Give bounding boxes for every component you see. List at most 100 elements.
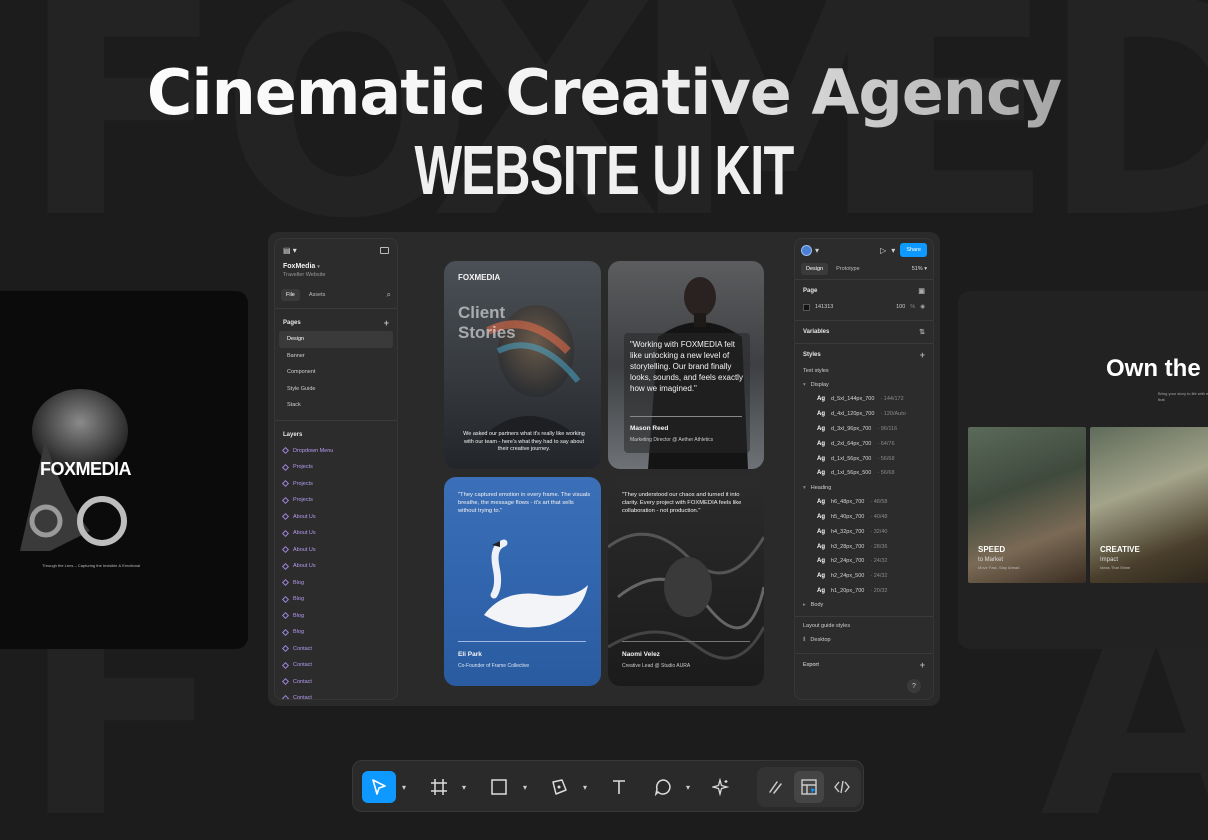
layer-item[interactable]: About Us <box>275 525 397 542</box>
help-button[interactable]: ? <box>907 679 921 693</box>
testimonial-card-naomi[interactable]: "They understood our chaos and turned it… <box>608 477 764 686</box>
project-name[interactable]: FoxMedia ▾ <box>283 263 389 270</box>
chevron-down-icon[interactable]: ▾ <box>683 771 693 803</box>
text-style-item[interactable]: Ag h5_40px_700 · 40/48 <box>795 510 933 525</box>
layer-item[interactable]: About Us <box>275 509 397 526</box>
layer-item[interactable]: Blog <box>275 608 397 625</box>
display-group[interactable]: ▾ Display <box>795 378 933 392</box>
chevron-down-icon[interactable]: ▾ <box>891 246 895 255</box>
add-style-icon[interactable]: + <box>920 350 925 360</box>
eye-icon[interactable]: ◉ <box>920 304 925 310</box>
zoom-level[interactable]: 51% ▾ <box>912 266 927 272</box>
text-style-item[interactable]: Ag h6_48px_700 · 48/58 <box>795 495 933 510</box>
photo-sublabel: to Market <box>978 557 1004 563</box>
text-style-item[interactable]: Ag h1_20px_700 · 20/32 <box>795 584 933 599</box>
tab-design[interactable]: Design <box>801 263 829 275</box>
chevron-down-icon[interactable]: ▾ <box>520 771 530 803</box>
page-item-style-guide[interactable]: Style Guide <box>279 381 393 398</box>
variables-icon[interactable]: ⇅ <box>919 328 925 336</box>
text-style-item[interactable]: Ag d_1xl_56px_500 · 56/68 <box>795 466 933 481</box>
page-item-component[interactable]: Component <box>279 364 393 381</box>
search-icon[interactable]: ⌕ <box>387 290 391 300</box>
move-tool-button[interactable] <box>362 771 396 803</box>
text-style-item[interactable]: Ag d_3xl_96px_700 · 96/116 <box>795 422 933 437</box>
comment-tool-button[interactable] <box>649 771 677 803</box>
dev-mode-button[interactable] <box>827 771 857 803</box>
sidebar-toggle-icon[interactable] <box>380 246 389 254</box>
card-author-name: Naomi Velez <box>622 651 660 658</box>
layer-item[interactable]: Blog <box>275 575 397 592</box>
layer-item[interactable]: Blog <box>275 591 397 608</box>
text-style-item[interactable]: Ag d_1xl_56px_700 · 56/68 <box>795 451 933 466</box>
text-style-item[interactable]: Ag h4_32px_700 · 32/40 <box>795 524 933 539</box>
layer-item[interactable]: Blog <box>275 624 397 641</box>
layer-item[interactable]: About Us <box>275 558 397 575</box>
text-style-item[interactable]: Ag d_5xl_144px_700 · 144/172 <box>795 392 933 407</box>
user-avatar[interactable] <box>801 244 812 256</box>
share-button[interactable]: Share <box>900 243 927 257</box>
layer-label: Projects <box>293 497 313 504</box>
grid-icon: ⦀ <box>803 636 806 643</box>
card-author-name: Mason Reed <box>630 425 669 432</box>
hero-title: Cinematic Creative Agency <box>0 56 1208 129</box>
text-style-item[interactable]: Ag h2_24px_700 · 24/32 <box>795 554 933 569</box>
chevron-down-icon[interactable]: ▾ <box>815 246 819 255</box>
add-export-icon[interactable]: + <box>920 660 925 670</box>
text-style-item[interactable]: Ag d_2xl_64px_700 · 64/76 <box>795 436 933 451</box>
text-style-meta: · 120/Auto <box>880 411 906 418</box>
chevron-down-icon[interactable]: ▾ <box>459 771 469 803</box>
text-style-item[interactable]: Ag h2_24px_500 · 24/32 <box>795 569 933 584</box>
component-icon <box>281 546 290 554</box>
page-opacity-value[interactable]: 100 <box>896 304 905 310</box>
layer-item[interactable]: Projects <box>275 492 397 509</box>
text-style-preview: Ag <box>817 440 825 447</box>
layer-label: Contact <box>293 662 312 669</box>
text-tool-button[interactable] <box>605 771 633 803</box>
text-style-item[interactable]: Ag d_4xl_120px_700 · 120/Auto <box>795 407 933 422</box>
text-style-name: d_2xl_64px_700 <box>831 440 872 447</box>
layer-item[interactable]: Dropdown Menu <box>275 443 397 460</box>
tab-assets[interactable]: Assets <box>304 289 331 301</box>
layer-item[interactable]: Contact <box>275 674 397 691</box>
ai-tool-button[interactable] <box>707 771 735 803</box>
add-page-icon[interactable]: + <box>384 318 389 328</box>
design-mode-button[interactable] <box>794 771 824 803</box>
layer-item[interactable]: Contact <box>275 690 397 699</box>
variables-title[interactable]: Variables <box>803 329 829 335</box>
layer-item[interactable]: About Us <box>275 542 397 559</box>
page-color-value[interactable]: 141313 <box>815 304 833 310</box>
play-icon[interactable]: ▷ <box>880 246 886 255</box>
tab-prototype[interactable]: Prototype <box>831 263 865 275</box>
testimonial-card-eli[interactable]: "They captured emotion in every frame. T… <box>444 477 601 686</box>
text-style-name: h3_28px_700 <box>831 543 865 550</box>
desktop-guide[interactable]: ⦀ Desktop <box>795 633 933 647</box>
tab-file[interactable]: File <box>281 289 300 301</box>
text-style-preview: Ag <box>817 396 825 403</box>
chevron-down-icon[interactable]: ▾ <box>399 771 409 803</box>
rectangle-tool-button[interactable] <box>485 771 513 803</box>
testimonial-card-mason[interactable]: "Working with FOXMEDIA felt like unlocki… <box>608 261 764 469</box>
body-group[interactable]: ▸ Body <box>795 598 933 612</box>
page-item-design[interactable]: Design <box>279 331 393 348</box>
text-styles-label: Text styles <box>803 368 829 374</box>
text-style-meta: · 20/32 <box>870 587 888 594</box>
text-style-preview: Ag <box>817 573 825 580</box>
draw-mode-button[interactable] <box>761 771 791 803</box>
layer-item[interactable]: Projects <box>275 459 397 476</box>
pen-tool-button[interactable] <box>545 771 573 803</box>
page-item-stack[interactable]: Stack <box>279 397 393 414</box>
layer-item[interactable]: Contact <box>275 657 397 674</box>
color-swatch[interactable] <box>803 303 810 311</box>
frame-tool-button[interactable] <box>425 771 453 803</box>
main-menu-icon[interactable]: ▤ ▾ <box>283 246 297 255</box>
chevron-down-icon[interactable]: ▾ <box>580 771 590 803</box>
layer-item[interactable]: Projects <box>275 476 397 493</box>
heading-group[interactable]: ▾ Heading <box>795 481 933 495</box>
card-title-line1: Client <box>458 303 506 322</box>
page-settings-icon[interactable]: ▣ <box>918 287 925 295</box>
heading-styles-list: Ag h6_48px_700 · 48/58 Ag h5_40px_700 · 40/48… <box>795 495 933 599</box>
text-style-item[interactable]: Ag h3_28px_700 · 28/36 <box>795 539 933 554</box>
layer-item[interactable]: Contact <box>275 641 397 658</box>
testimonial-card-intro[interactable]: FOXMEDIA Client Stories We asked our par… <box>444 261 601 469</box>
page-item-banner[interactable]: Banner <box>279 348 393 365</box>
